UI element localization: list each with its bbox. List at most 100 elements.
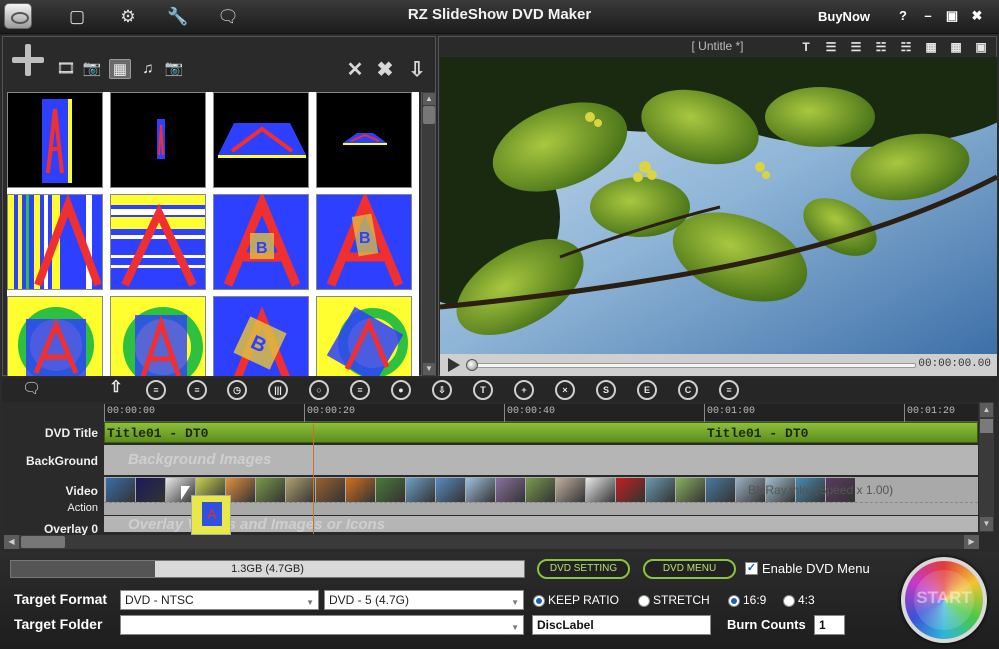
maximize-button[interactable]: ▣	[942, 7, 962, 25]
filter-icon[interactable]: ≡	[146, 380, 166, 400]
buy-now-button[interactable]: BuyNow	[818, 9, 870, 24]
align-left-icon[interactable]: ☰	[822, 39, 840, 55]
open-file-icon[interactable]: ▢	[66, 7, 88, 27]
video-clip-thumb[interactable]	[496, 478, 525, 502]
scroll-thumb[interactable]	[21, 536, 65, 548]
zoom-remove-icon[interactable]: ○	[309, 380, 329, 400]
transition-thumb[interactable]	[110, 92, 206, 188]
video-clip-thumb[interactable]	[436, 478, 465, 502]
transition-thumb[interactable]	[7, 92, 103, 188]
transition-thumb[interactable]	[316, 296, 412, 376]
scroll-right-icon[interactable]: ▶	[964, 535, 979, 549]
align-right-icon[interactable]: ☰	[847, 39, 865, 55]
video-clip-thumb[interactable]	[256, 478, 285, 502]
transition-icon[interactable]: ▦	[109, 59, 131, 79]
wrench-icon[interactable]: 🔧	[167, 7, 189, 27]
ratio-4-3-radio[interactable]	[783, 595, 795, 607]
fit-icon[interactable]: ▣	[972, 39, 990, 55]
scroll-left-icon[interactable]: ◀	[4, 535, 19, 549]
align-bottom-icon[interactable]: ☵	[897, 39, 915, 55]
filter-remove-icon[interactable]: ≡	[187, 380, 207, 400]
start-button[interactable]: START	[901, 557, 987, 643]
keep-ratio-radio[interactable]	[533, 595, 545, 607]
clear-icon[interactable]: ≡	[719, 380, 739, 400]
text-circle-icon[interactable]: T	[473, 380, 493, 400]
dvd-setting-button[interactable]: DVD SETTING	[537, 559, 630, 579]
transition-thumb[interactable]	[7, 194, 103, 290]
dvd-title-track[interactable]: Title01 - DT0 Title01 - DT0	[104, 422, 978, 443]
video-clip-thumb[interactable]	[586, 478, 615, 502]
center-h-icon[interactable]: ▦	[922, 39, 940, 55]
video-clip-thumb[interactable]	[376, 478, 405, 502]
action-transition-clip[interactable]	[191, 495, 231, 535]
e-icon[interactable]: E	[637, 380, 657, 400]
disc-label-input[interactable]: DiscLabel	[532, 615, 711, 635]
video-clip-thumb[interactable]	[346, 478, 375, 502]
minimize-button[interactable]: –	[918, 7, 938, 25]
list-remove-icon[interactable]: ≡	[350, 380, 370, 400]
overlay-camera-icon[interactable]: 📷	[163, 59, 185, 79]
scroll-thumb[interactable]	[423, 106, 435, 124]
transition-thumb[interactable]	[213, 92, 309, 188]
background-track[interactable]: Background Images	[104, 445, 978, 475]
action-track[interactable]	[104, 503, 978, 515]
bars-icon[interactable]: |||	[268, 380, 288, 400]
video-clip-thumb[interactable]	[556, 478, 585, 502]
help-button[interactable]: ?	[893, 7, 913, 25]
seek-knob[interactable]	[466, 359, 478, 371]
video-icon[interactable]: 🎞	[55, 59, 77, 79]
scroll-thumb[interactable]	[980, 419, 993, 433]
timeline-vertical-scrollbar[interactable]: ▲ ▼	[979, 402, 994, 532]
speech-icon[interactable]: 🗨	[22, 379, 42, 397]
transition-thumb[interactable]	[110, 194, 206, 290]
remove-icon[interactable]: ✕	[343, 59, 367, 81]
video-preview[interactable]	[440, 57, 997, 354]
add-plus-icon[interactable]	[10, 42, 46, 78]
settings-gears-icon[interactable]: ⚙	[117, 7, 139, 27]
clock-icon[interactable]: ◷	[227, 380, 247, 400]
video-clip-thumb[interactable]	[706, 478, 735, 502]
up-arrow-icon[interactable]: ⇧	[106, 380, 126, 400]
remove-all-icon[interactable]: ✖	[373, 59, 397, 81]
ratio-16-9-radio[interactable]	[728, 595, 740, 607]
video-track[interactable]: BluRay.mkv (Speed x 1.00)	[104, 477, 978, 503]
scroll-down-icon[interactable]: ▼	[980, 517, 993, 531]
scroll-down-icon[interactable]: ▼	[423, 363, 435, 375]
crop-icon[interactable]: +	[514, 380, 534, 400]
playhead[interactable]	[313, 424, 314, 534]
title-clip[interactable]: Title01 - DT0	[107, 426, 208, 441]
record-icon[interactable]: ●	[391, 380, 411, 400]
video-clip-thumb[interactable]	[286, 478, 315, 502]
transition-thumb[interactable]: B	[213, 194, 309, 290]
video-clip-thumb[interactable]	[106, 478, 135, 502]
crop-remove-icon[interactable]: ×	[555, 380, 575, 400]
video-clip-thumb[interactable]	[526, 478, 555, 502]
center-v-icon[interactable]: ▦	[947, 39, 965, 55]
speech-bubble-icon[interactable]: 🗨	[217, 7, 239, 27]
c-icon[interactable]: C	[678, 380, 698, 400]
timeline-horizontal-scrollbar[interactable]: ◀ ▶	[4, 535, 979, 549]
camera-icon[interactable]: 📷	[81, 59, 103, 79]
align-top-icon[interactable]: ☵	[872, 39, 890, 55]
video-clip-thumb[interactable]	[316, 478, 345, 502]
transition-thumb[interactable]	[110, 296, 206, 376]
time-ruler[interactable]: 00:00:00 00:00:20 00:00:40 00:01:00 00:0…	[104, 404, 978, 422]
app-logo-icon[interactable]	[4, 3, 32, 29]
play-icon[interactable]	[448, 358, 460, 372]
video-clip-thumb[interactable]	[466, 478, 495, 502]
seek-slider[interactable]	[468, 363, 916, 368]
music-note-icon[interactable]: ♫	[137, 59, 159, 79]
burn-counts-input[interactable]: 1	[814, 615, 845, 635]
target-format-select[interactable]: DVD - NTSC ▼	[120, 590, 319, 610]
transition-thumb[interactable]	[316, 92, 412, 188]
enable-dvd-menu-checkbox[interactable]: ✓	[745, 562, 758, 575]
video-clip-thumb[interactable]	[136, 478, 165, 502]
download-arrow-icon[interactable]: ⇩	[405, 59, 429, 81]
scroll-up-icon[interactable]: ▲	[423, 93, 435, 105]
disc-type-select[interactable]: DVD - 5 (4.7G) ▼	[324, 590, 524, 610]
transition-thumb[interactable]	[7, 296, 103, 376]
dvd-menu-button[interactable]: DVD MENU	[643, 559, 736, 579]
stretch-radio[interactable]	[638, 595, 650, 607]
video-clip-thumb[interactable]	[676, 478, 705, 502]
video-clip-thumb[interactable]	[616, 478, 645, 502]
